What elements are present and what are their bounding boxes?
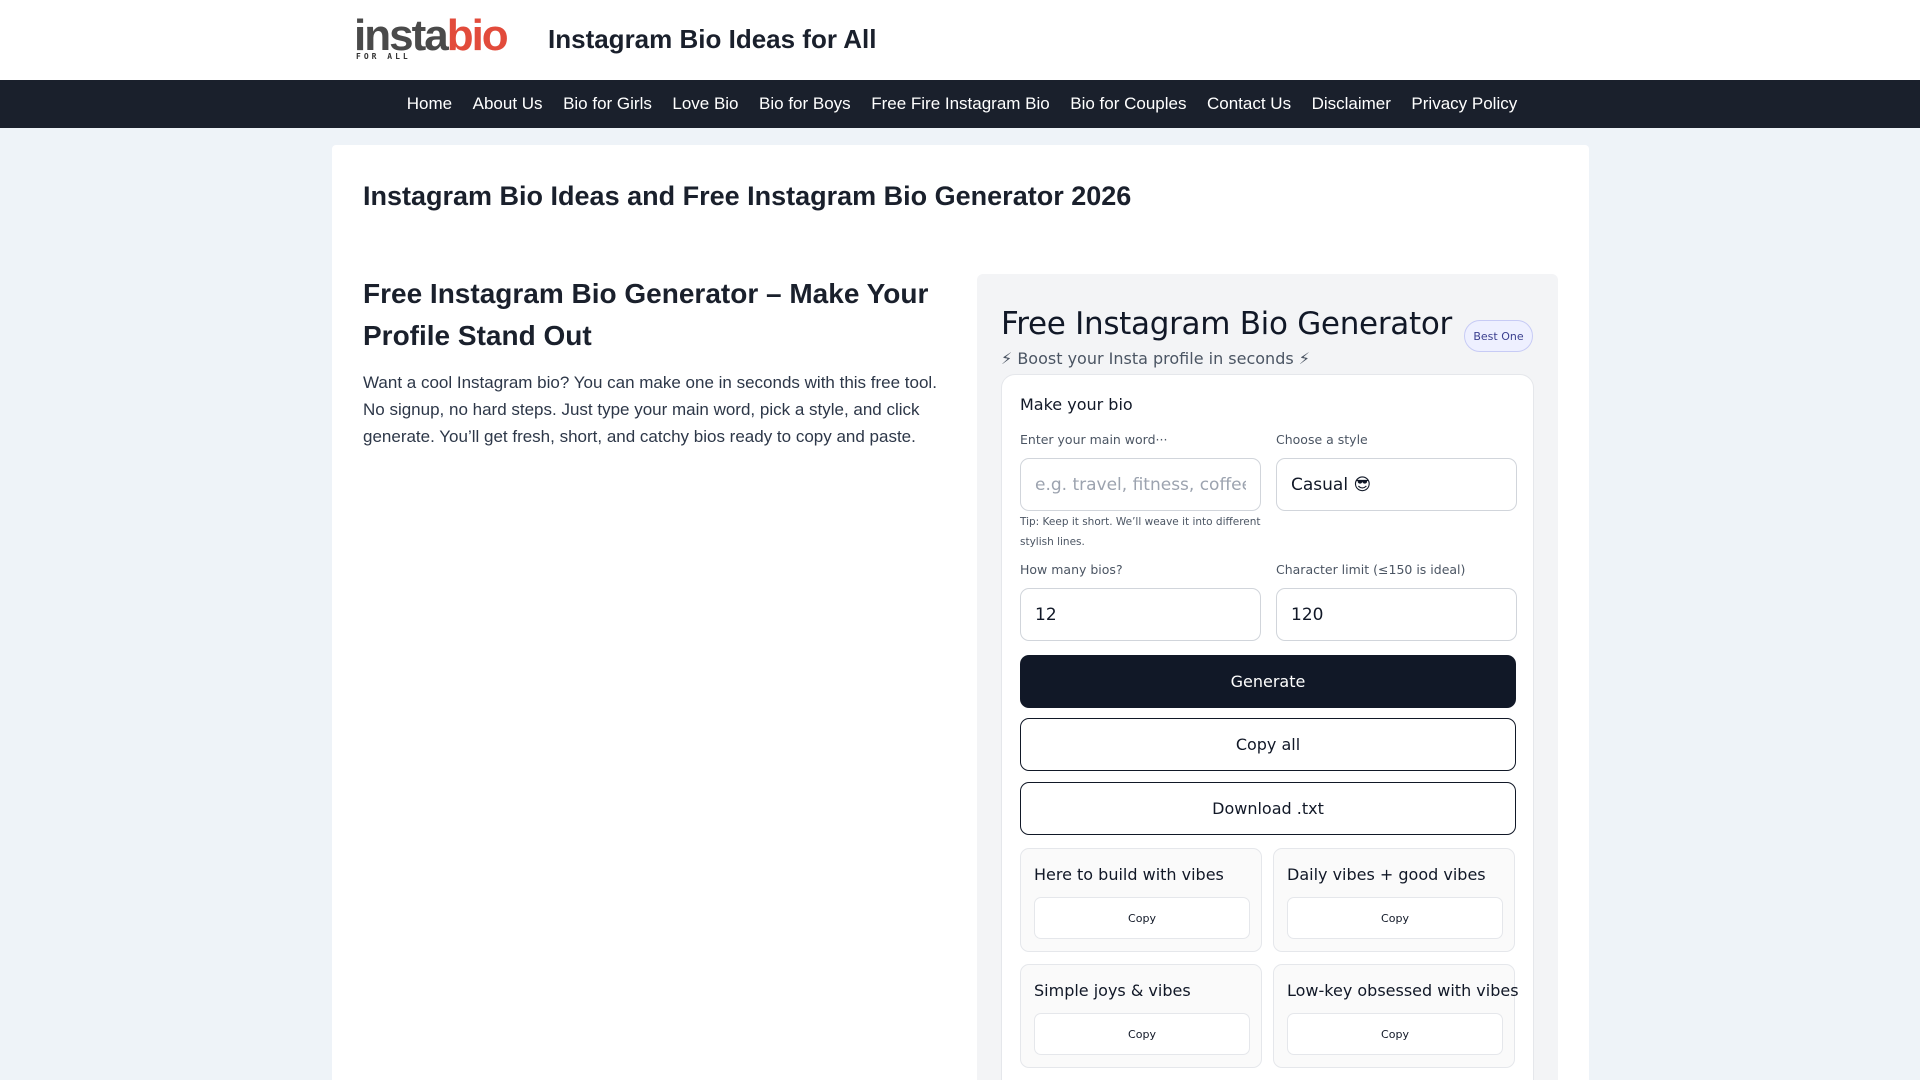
intro-section: Free Instagram Bio Generator – Make Your… (363, 273, 953, 450)
nav-item-free-fire-bio[interactable]: Free Fire Instagram Bio (871, 94, 1050, 114)
count-label: How many bios? (1020, 562, 1123, 577)
content-card: Instagram Bio Ideas and Free Instagram B… (332, 145, 1589, 1080)
char-limit-input[interactable] (1276, 588, 1517, 641)
keyword-label: Enter your main word··· (1020, 432, 1168, 447)
nav-item-bio-for-couples[interactable]: Bio for Couples (1070, 94, 1186, 114)
bio-result-text: Daily vibes + good vibes (1287, 865, 1486, 884)
copy-bio-button[interactable]: Copy (1034, 897, 1250, 939)
nav-item-home[interactable]: Home (407, 94, 452, 114)
site-header: instabio FOR ALL Instagram Bio Ideas for… (0, 0, 1920, 80)
generator-subtitle: ⚡ Boost your Insta profile in seconds ⚡ (1001, 349, 1311, 368)
generate-button[interactable]: Generate (1020, 655, 1516, 708)
bio-result-card: Low-key obsessed with vibes Copy (1273, 964, 1519, 1068)
download-txt-button[interactable]: Download .txt (1020, 782, 1516, 835)
bio-result-text: Low-key obsessed with vibes (1287, 981, 1519, 1000)
style-label: Choose a style (1276, 432, 1368, 447)
site-logo[interactable]: instabio FOR ALL (354, 14, 509, 62)
logo-part-bio: bio (446, 11, 509, 60)
copy-all-button[interactable]: Copy all (1020, 718, 1516, 771)
form-heading: Make your bio (1020, 395, 1133, 414)
copy-bio-button[interactable]: Copy (1287, 1013, 1503, 1055)
bio-form-card: Make your bio Enter your main word··· Ti… (1001, 374, 1534, 1080)
best-one-badge: Best One (1464, 320, 1533, 352)
limit-label: Character limit (≤150 is ideal) (1276, 562, 1466, 577)
keyword-tip: Tip: Keep it short. We’ll weave it into … (1020, 516, 1261, 548)
bio-result-card: Daily vibes + good vibes Copy (1273, 848, 1515, 952)
page-title: Instagram Bio Ideas and Free Instagram B… (363, 181, 1132, 211)
section-heading: Free Instagram Bio Generator – Make Your… (363, 278, 929, 351)
nav-item-privacy-policy[interactable]: Privacy Policy (1411, 94, 1517, 114)
nav-item-contact-us[interactable]: Contact Us (1207, 94, 1291, 114)
nav-list: Home About Us Bio for Girls Love Bio Bio… (0, 80, 1920, 128)
intro-paragraph: Want a cool Instagram bio? You can make … (363, 373, 937, 446)
nav-item-bio-for-girls[interactable]: Bio for Girls (563, 94, 652, 114)
nav-item-disclaimer[interactable]: Disclaimer (1312, 94, 1391, 114)
bio-generator-panel: Free Instagram Bio Generator Best One ⚡ … (977, 274, 1558, 1080)
copy-bio-button[interactable]: Copy (1287, 897, 1503, 939)
main-nav: Home About Us Bio for Girls Love Bio Bio… (0, 80, 1920, 128)
style-select[interactable]: Casual 😎 (1276, 458, 1517, 511)
nav-item-about-us[interactable]: About Us (473, 94, 543, 114)
nav-item-love-bio[interactable]: Love Bio (672, 94, 738, 114)
bio-result-text: Simple joys & vibes (1034, 981, 1191, 1000)
copy-bio-button[interactable]: Copy (1034, 1013, 1250, 1055)
generator-title: Free Instagram Bio Generator (1001, 306, 1452, 342)
bio-count-input[interactable] (1020, 588, 1261, 641)
bio-result-card: Here to build with vibes Copy (1020, 848, 1262, 952)
keyword-input[interactable] (1020, 458, 1261, 511)
bio-result-card: Simple joys & vibes Copy (1020, 964, 1262, 1068)
site-title[interactable]: Instagram Bio Ideas for All (548, 24, 876, 55)
bio-result-text: Here to build with vibes (1034, 865, 1224, 884)
logo-tagline: FOR ALL (356, 52, 411, 61)
nav-item-bio-for-boys[interactable]: Bio for Boys (759, 94, 851, 114)
